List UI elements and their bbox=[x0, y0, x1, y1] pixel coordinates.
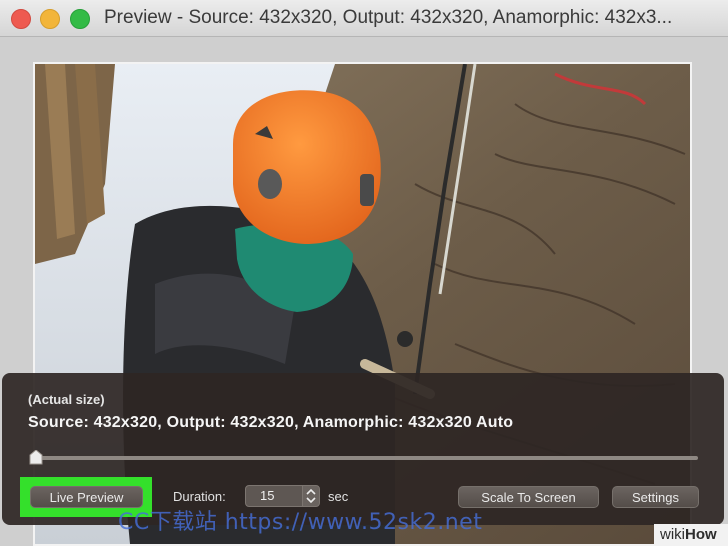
window-title: Preview - Source: 432x320, Output: 432x3… bbox=[104, 7, 673, 28]
preview-info-text: Source: 432x320, Output: 432x320, Anamor… bbox=[28, 414, 514, 431]
duration-unit: sec bbox=[328, 489, 349, 504]
scrubber-thumb[interactable] bbox=[29, 450, 43, 465]
stepper-arrows-icon bbox=[306, 488, 316, 504]
minimize-window-button[interactable] bbox=[40, 9, 60, 29]
scrubber-track[interactable] bbox=[32, 456, 698, 460]
title-bar: Preview - Source: 432x320, Output: 432x3… bbox=[0, 0, 728, 37]
preview-hud: (Actual size) Source: 432x320, Output: 4… bbox=[2, 373, 724, 525]
settings-button[interactable]: Settings bbox=[612, 486, 699, 508]
watermark-text: CC下载站 https://www.52sk2.net bbox=[118, 510, 483, 535]
size-mode-label: (Actual size) bbox=[28, 392, 105, 407]
wikihow-logo-prefix: wiki bbox=[660, 526, 685, 543]
close-window-button[interactable] bbox=[11, 9, 31, 29]
zoom-window-button[interactable] bbox=[70, 9, 90, 29]
wikihow-logo: wikiHow bbox=[654, 524, 728, 546]
duration-label: Duration: bbox=[173, 489, 226, 504]
wikihow-logo-suffix: How bbox=[685, 526, 717, 543]
